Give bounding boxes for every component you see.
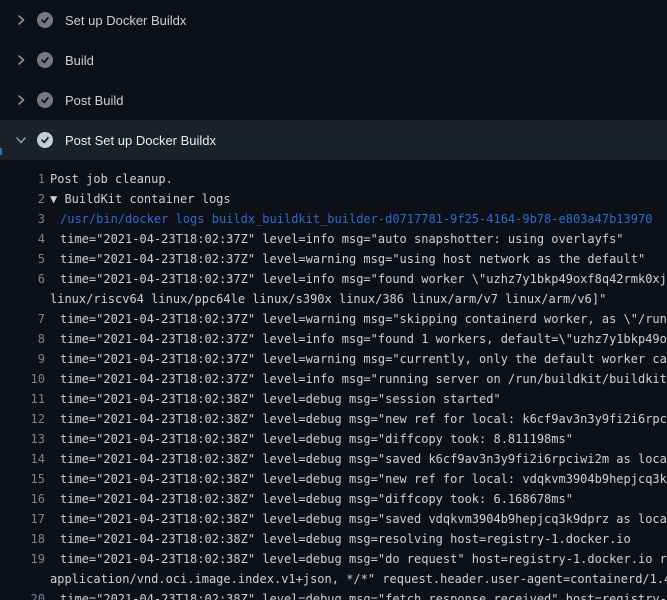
log-command-text: /usr/bin/docker logs buildx_buildkit_bui…	[60, 209, 652, 229]
log-line-number[interactable]: 4	[0, 229, 45, 249]
log-line-row: 16 time="2021-04-23T18:02:38Z" level=debu…	[0, 489, 667, 509]
log-line-row: 5 time="2021-04-23T18:02:37Z" level=warni…	[0, 249, 667, 269]
log-line-row: 2▼ BuildKit container logs	[0, 189, 667, 209]
log-line-row: 3/usr/bin/docker logs buildx_buildkit_bu…	[0, 209, 667, 229]
log-text: time="2021-04-23T18:02:37Z" level=warnin…	[60, 309, 667, 329]
log-line-number[interactable]: 20	[0, 589, 45, 600]
log-line-number[interactable]: 16	[0, 489, 45, 509]
log-line-row: 9 time="2021-04-23T18:02:37Z" level=warni…	[0, 349, 667, 369]
log-line-number[interactable]: 9	[0, 349, 45, 369]
log-continuation-row: linux/riscv64 linux/ppc64le linux/s390x …	[0, 289, 667, 309]
step-row-post-build[interactable]: Post Build	[0, 80, 667, 120]
log-line-number[interactable]: 8	[0, 329, 45, 349]
log-text: time="2021-04-23T18:02:38Z" level=debug …	[60, 549, 667, 569]
log-text: time="2021-04-23T18:02:37Z" level=info m…	[60, 369, 667, 389]
log-line-number[interactable]: 11	[0, 389, 45, 409]
actions-log-viewer: Set up Docker Buildx Build Post Build	[0, 0, 667, 600]
log-text: time="2021-04-23T18:02:38Z" level=debug …	[60, 529, 631, 549]
log-line-row: 11 time="2021-04-23T18:02:38Z" level=debu…	[0, 389, 667, 409]
log-text: Post job cleanup.	[50, 169, 173, 189]
check-circle-icon	[37, 52, 53, 68]
step-title: Post Set up Docker Buildx	[65, 133, 216, 148]
log-line-row: 17 time="2021-04-23T18:02:38Z" level=debu…	[0, 509, 667, 529]
log-line-number[interactable]: 18	[0, 529, 45, 549]
log-text: time="2021-04-23T18:02:38Z" level=debug …	[60, 389, 501, 409]
step-title: Set up Docker Buildx	[65, 13, 186, 28]
check-circle-icon	[37, 12, 53, 28]
log-line-row: 12 time="2021-04-23T18:02:38Z" level=debu…	[0, 409, 667, 429]
log-text: time="2021-04-23T18:02:37Z" level=warnin…	[60, 349, 667, 369]
check-circle-icon	[37, 132, 53, 148]
log-line-number	[0, 289, 45, 309]
log-line-row: 7 time="2021-04-23T18:02:37Z" level=warni…	[0, 309, 667, 329]
log-line-row: 20 time="2021-04-23T18:02:38Z" level=debu…	[0, 589, 667, 600]
chevron-down-icon[interactable]	[13, 133, 28, 147]
log-line-number[interactable]: 13	[0, 429, 45, 449]
log-text: time="2021-04-23T18:02:38Z" level=debug …	[60, 589, 667, 600]
log-line-row: 4 time="2021-04-23T18:02:37Z" level=info …	[0, 229, 667, 249]
chevron-right-icon[interactable]	[13, 53, 28, 67]
log-line-number[interactable]: 19	[0, 549, 45, 569]
chevron-right-icon[interactable]	[13, 93, 28, 107]
chevron-right-icon[interactable]	[13, 13, 28, 27]
log-line-row: 18 time="2021-04-23T18:02:38Z" level=debu…	[0, 529, 667, 549]
log-line-number	[0, 569, 45, 589]
log-text: time="2021-04-23T18:02:38Z" level=debug …	[60, 509, 667, 529]
log-line-row: 15 time="2021-04-23T18:02:38Z" level=debu…	[0, 469, 667, 489]
step-row-build[interactable]: Build	[0, 40, 667, 80]
log-text: time="2021-04-23T18:02:38Z" level=debug …	[60, 489, 573, 509]
step-row-setup-docker-buildx[interactable]: Set up Docker Buildx	[0, 0, 667, 40]
log-line-row: 6 time="2021-04-23T18:02:37Z" level=info …	[0, 269, 667, 289]
log-pane[interactable]: 1Post job cleanup.2▼ BuildKit container …	[0, 160, 667, 600]
log-text: time="2021-04-23T18:02:37Z" level=warnin…	[60, 249, 645, 269]
log-line-row: 1Post job cleanup.	[0, 169, 667, 189]
check-circle-icon	[37, 92, 53, 108]
log-text: time="2021-04-23T18:02:37Z" level=info m…	[60, 269, 667, 289]
log-line-number[interactable]: 17	[0, 509, 45, 529]
log-line-number[interactable]: 15	[0, 469, 45, 489]
log-group-toggle-icon[interactable]: ▼	[50, 192, 64, 206]
step-list: Set up Docker Buildx Build Post Build	[0, 0, 667, 160]
log-text: time="2021-04-23T18:02:38Z" level=debug …	[60, 409, 667, 429]
log-line-number[interactable]: 6	[0, 269, 45, 289]
log-line-number[interactable]: 5	[0, 249, 45, 269]
step-row-post-setup-docker-buildx[interactable]: Post Set up Docker Buildx	[0, 120, 667, 160]
log-line-number[interactable]: 2	[0, 189, 45, 209]
log-text: ▼ BuildKit container logs	[50, 189, 231, 209]
log-continuation-row: application/vnd.oci.image.index.v1+json,…	[0, 569, 667, 589]
log-line-number[interactable]: 1	[0, 169, 45, 189]
step-title: Post Build	[65, 93, 124, 108]
log-line-row: 19 time="2021-04-23T18:02:38Z" level=debu…	[0, 549, 667, 569]
log-line-number[interactable]: 7	[0, 309, 45, 329]
log-text: time="2021-04-23T18:02:38Z" level=debug …	[60, 469, 667, 489]
focus-accent	[0, 148, 2, 155]
log-text: time="2021-04-23T18:02:38Z" level=debug …	[60, 449, 667, 469]
log-text: time="2021-04-23T18:02:37Z" level=info m…	[60, 229, 624, 249]
log-line-number[interactable]: 10	[0, 369, 45, 389]
log-line-row: 8 time="2021-04-23T18:02:37Z" level=info …	[0, 329, 667, 349]
log-line-row: 14 time="2021-04-23T18:02:38Z" level=debu…	[0, 449, 667, 469]
log-line-row: 10 time="2021-04-23T18:02:37Z" level=info…	[0, 369, 667, 389]
log-line-number[interactable]: 3	[0, 209, 45, 229]
log-text: time="2021-04-23T18:02:37Z" level=info m…	[60, 329, 667, 349]
log-line-number[interactable]: 12	[0, 409, 45, 429]
step-title: Build	[65, 53, 94, 68]
log-line-number[interactable]: 14	[0, 449, 45, 469]
log-text: application/vnd.oci.image.index.v1+json,…	[50, 569, 667, 589]
log-text: linux/riscv64 linux/ppc64le linux/s390x …	[50, 289, 606, 309]
log-text: time="2021-04-23T18:02:38Z" level=debug …	[60, 429, 573, 449]
log-line-row: 13 time="2021-04-23T18:02:38Z" level=debu…	[0, 429, 667, 449]
